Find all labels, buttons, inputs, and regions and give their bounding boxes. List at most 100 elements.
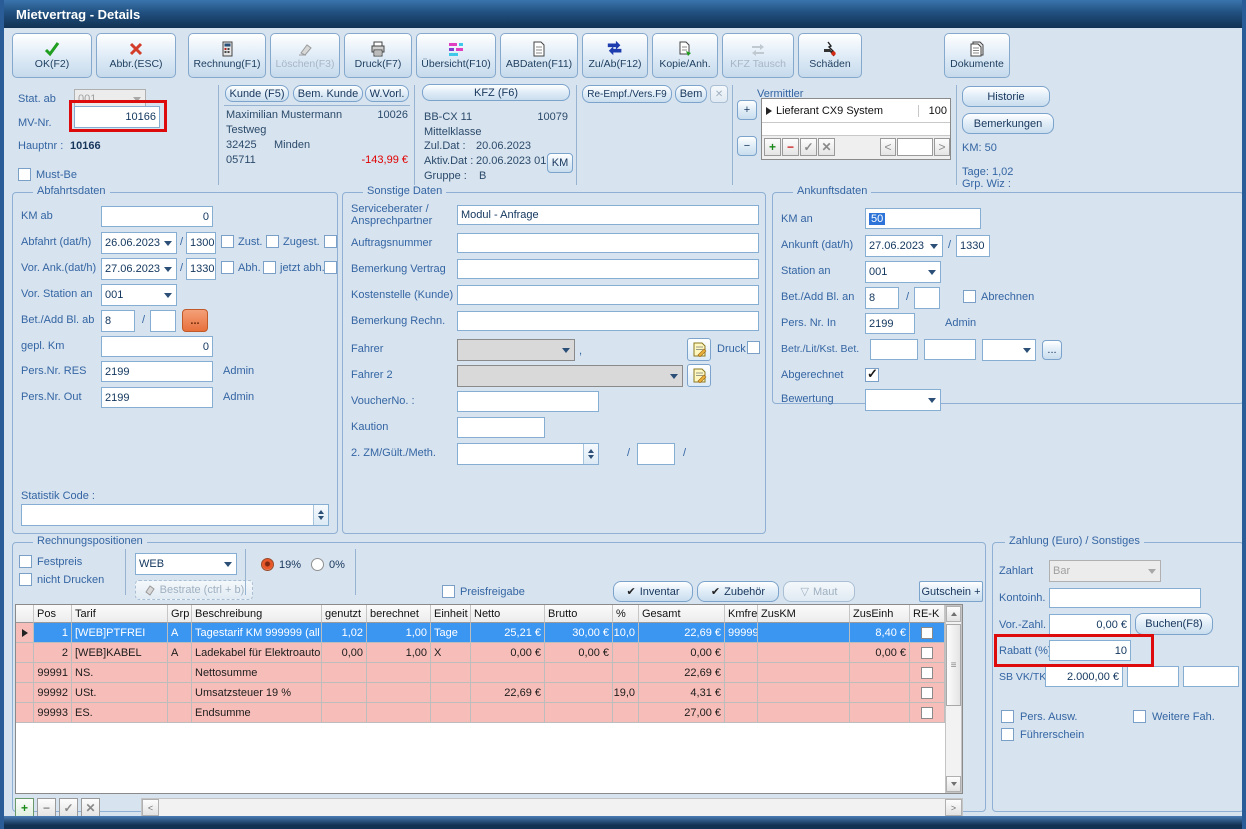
rek-checkbox[interactable] (921, 646, 933, 659)
table-row[interactable]: 1 [WEB]PTFREI A Tagestarif KM 999999 (all 1,… (16, 623, 945, 643)
mv-nr-input[interactable]: 10166 (74, 106, 160, 128)
kunde-button[interactable]: Kunde (F5) (225, 85, 289, 102)
row-delete-button[interactable]: − (37, 798, 56, 817)
betr-input2[interactable] (924, 339, 976, 360)
cancel-button[interactable]: Abbr.(ESC) (96, 33, 176, 78)
ok-button[interactable]: OK(F2) (12, 33, 92, 78)
abdaten-button[interactable]: ABDaten(F11) (500, 33, 578, 78)
nav-prev-button[interactable]: < (880, 138, 896, 156)
schaeden-button[interactable]: Schäden (798, 33, 862, 78)
table-hscrollbar[interactable]: < > (141, 798, 963, 817)
column-header[interactable]: Beschreibung (192, 605, 322, 623)
scroll-thumb[interactable]: ≡ (946, 624, 961, 706)
abrechnen-checkbox[interactable] (963, 290, 976, 303)
rabatt-input[interactable]: 10 (1049, 640, 1131, 661)
row-post-button[interactable]: ✓ (59, 798, 78, 817)
bemerkung-vertrag-input[interactable] (457, 259, 759, 279)
column-header[interactable]: Brutto (545, 605, 613, 623)
ankunft-time-input[interactable]: 1330 (956, 235, 990, 257)
kaution-input[interactable] (457, 417, 545, 438)
zubehoer-button[interactable]: ✔ Zubehör (697, 581, 779, 602)
betr-select[interactable] (982, 339, 1036, 361)
preisfreigabe-checkbox[interactable] (442, 585, 455, 598)
buchen-button[interactable]: Buchen(F8) (1135, 613, 1213, 635)
fahrer-select[interactable] (457, 339, 575, 361)
weitere-fah-checkbox[interactable] (1133, 710, 1146, 723)
kopie-button[interactable]: Kopie/Anh. (652, 33, 718, 78)
column-header[interactable]: berechnet (367, 605, 431, 623)
vat19-radio[interactable] (261, 558, 274, 571)
rechnung-button[interactable]: Rechnung(F1) (188, 33, 266, 78)
fahrer2-select[interactable] (457, 365, 683, 387)
jetzt-abh-checkbox[interactable] (324, 261, 337, 274)
auftragsnummer-input[interactable] (457, 233, 759, 253)
rek-checkbox[interactable] (921, 666, 933, 679)
vorzahl-input[interactable]: 0,00 € (1049, 614, 1131, 635)
vorank-time-input[interactable]: 1330 (186, 258, 216, 280)
bemerkungen-button[interactable]: Bemerkungen (962, 113, 1054, 134)
fahrer-edit-button[interactable] (687, 338, 711, 361)
rek-checkbox[interactable] (921, 686, 933, 699)
pers-res-input[interactable]: 2199 (101, 361, 213, 382)
tarif-select[interactable]: WEB (135, 553, 237, 575)
dokumente-button[interactable]: Dokumente (944, 33, 1010, 78)
betr-more-button[interactable]: ... (1042, 340, 1062, 360)
vermittler-remove-button[interactable]: − (737, 136, 757, 156)
nav-delete-button[interactable]: − (782, 138, 799, 156)
abgerechnet-checkbox[interactable] (865, 366, 879, 382)
table-row[interactable]: 2 [WEB]KABEL A Ladekabel für Elektroauto 0,0… (16, 643, 945, 663)
row-cancel-button[interactable]: ✕ (81, 798, 100, 817)
pers-ausw-checkbox[interactable] (1001, 710, 1014, 723)
vor-station-select[interactable]: 001 (101, 284, 177, 306)
column-header[interactable]: Pos (34, 605, 72, 623)
gepl-km-input[interactable]: 0 (101, 336, 213, 357)
abfahrt-checkbox[interactable] (221, 235, 234, 248)
bem-kunde-button[interactable]: Bem. Kunde (293, 85, 363, 102)
kfz-button[interactable]: KFZ (F6) (422, 84, 570, 101)
scroll-right-button[interactable]: > (945, 799, 962, 816)
table-vscrollbar[interactable]: ≡ (945, 605, 962, 793)
bewertung-select[interactable] (865, 389, 941, 411)
spinner-icon[interactable] (313, 505, 328, 525)
column-header[interactable]: Grp (168, 605, 192, 623)
add-bl-ab-input[interactable] (150, 310, 176, 332)
table-row[interactable]: 99991 NS. Nettosumme 22,69 € (16, 663, 945, 683)
vorank-checkbox[interactable] (221, 261, 234, 274)
column-header[interactable]: RE-K (910, 605, 945, 623)
re-empf-button[interactable]: Re-Empf./Vers.F9 (582, 85, 672, 103)
sb-extra-input[interactable] (1183, 666, 1239, 687)
wvorl-button[interactable]: W.Vorl. (365, 85, 409, 102)
inventar-button[interactable]: ✔ Inventar (613, 581, 693, 602)
fuehrerschein-checkbox[interactable] (1001, 728, 1014, 741)
zuab-button[interactable]: Zu/Ab(F12) (582, 33, 648, 78)
column-header[interactable]: Kmfrei (725, 605, 758, 623)
kostenstelle-input[interactable] (457, 285, 759, 305)
rek-checkbox[interactable] (921, 706, 933, 719)
zust-checkbox[interactable] (266, 235, 279, 248)
abfahrt-time-input[interactable]: 1300 (186, 232, 216, 254)
nav-add-button[interactable]: + (764, 138, 781, 156)
sb-vk-input[interactable]: 2.000,00 € (1045, 666, 1123, 687)
voucher-input[interactable] (457, 391, 599, 412)
fahrer2-edit-button[interactable] (687, 364, 711, 387)
abh-checkbox[interactable] (263, 261, 276, 274)
nicht-drucken-checkbox[interactable] (19, 573, 32, 586)
column-header[interactable]: Netto (471, 605, 545, 623)
gutschein-button[interactable]: Gutschein + (919, 581, 983, 602)
rek-checkbox[interactable] (921, 626, 933, 639)
statistik-select[interactable] (21, 504, 329, 526)
km-an-input[interactable]: 50 (865, 208, 981, 229)
sb-tk-input[interactable] (1127, 666, 1179, 687)
scroll-down-button[interactable] (946, 776, 961, 792)
km-ab-input[interactable]: 0 (101, 206, 213, 227)
betr-input1[interactable] (870, 339, 918, 360)
zugest-checkbox[interactable] (324, 235, 337, 248)
row-add-button[interactable]: + (15, 798, 34, 817)
vermittler-add-button[interactable]: + (737, 100, 757, 120)
add-bl-an-input[interactable] (914, 287, 940, 309)
zm-select[interactable] (457, 443, 599, 465)
pers-out-input[interactable]: 2199 (101, 387, 213, 408)
km-button[interactable]: KM (547, 153, 573, 173)
abfahrt-date-select[interactable]: 26.06.2023 (101, 232, 177, 254)
column-header[interactable]: ZusKM (758, 605, 850, 623)
